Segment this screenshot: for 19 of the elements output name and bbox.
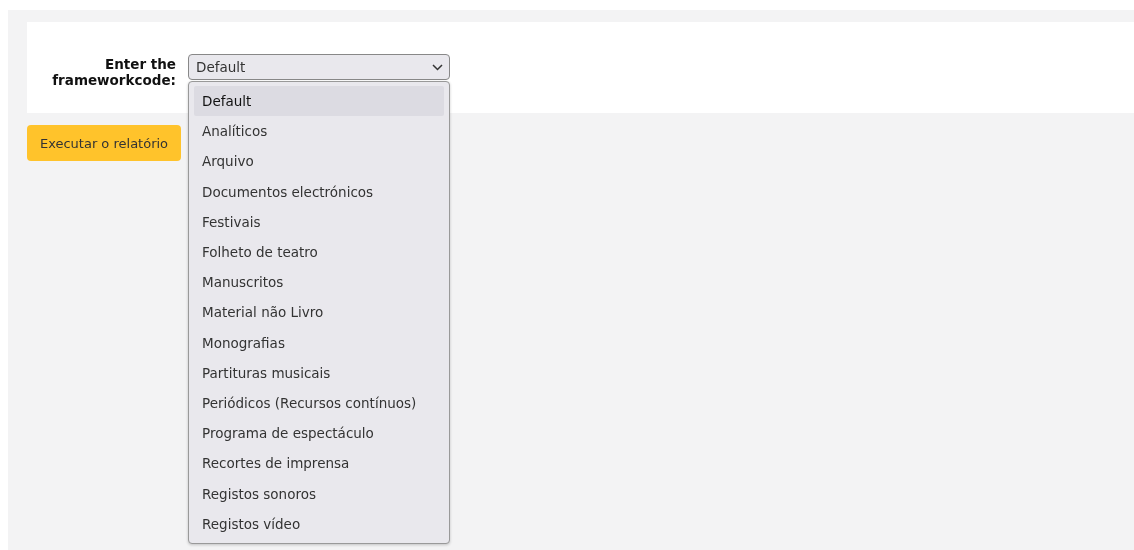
dropdown-option[interactable]: Programa de espectáculo	[194, 418, 444, 449]
dropdown-option[interactable]: Documentos electrónicos	[194, 176, 444, 207]
dropdown-option[interactable]: Partituras musicais	[194, 357, 444, 388]
dropdown-option[interactable]: Arquivo	[194, 146, 444, 177]
framework-select[interactable]: Default	[188, 54, 450, 80]
dropdown-option[interactable]: Registos sonoros	[194, 478, 444, 509]
dropdown-option[interactable]: Monografias	[194, 327, 444, 358]
dropdown-option[interactable]: Registos vídeo	[194, 508, 444, 539]
dropdown-option[interactable]: Manuscritos	[194, 267, 444, 298]
dropdown-option[interactable]: Folheto de teatro	[194, 236, 444, 268]
caret-icon	[432, 63, 443, 71]
run-report-button[interactable]: Executar o relatório	[27, 125, 181, 161]
dropdown-option[interactable]: Festivais	[194, 206, 444, 237]
dropdown-option[interactable]: Recortes de imprensa	[194, 448, 444, 479]
dropdown-option[interactable]: Analíticos	[194, 116, 444, 147]
dropdown-option[interactable]: Material não Livro	[194, 297, 444, 328]
field-label: Enter the frameworkcode:	[51, 55, 176, 88]
dropdown-option[interactable]: Periódicos (Recursos contínuos)	[194, 387, 444, 419]
dropdown-option[interactable]: Default	[194, 86, 444, 117]
